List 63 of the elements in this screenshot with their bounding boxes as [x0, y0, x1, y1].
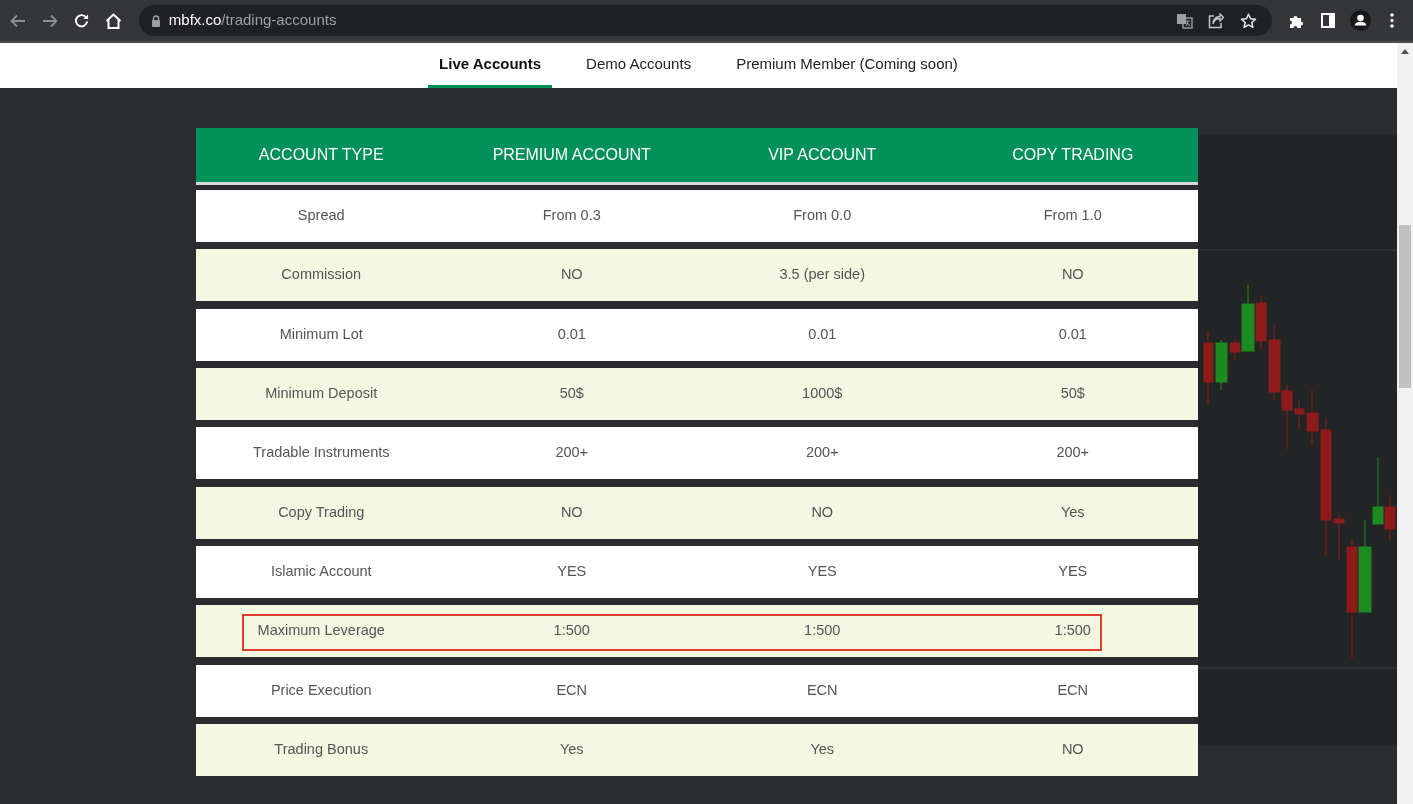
home-icon[interactable] — [105, 12, 123, 29]
column-header: ACCOUNT TYPE — [258, 145, 384, 165]
avatar-icon[interactable] — [1349, 10, 1371, 31]
table-cell-text: 0.01 — [1058, 324, 1087, 344]
table-cell-text: Yes — [559, 740, 584, 760]
table-cell-text: YES — [1058, 562, 1088, 582]
url-text: mbfx.co/trading-accounts — [168, 10, 337, 31]
table-cell-text: 200+ — [1056, 443, 1090, 463]
table-cell-text: Commission — [281, 265, 362, 285]
lock-icon[interactable] — [150, 14, 161, 27]
table-cell-text: From 0.0 — [793, 206, 852, 226]
table-cell-text: Yes — [810, 740, 835, 760]
column-header: PREMIUM ACCOUNT — [492, 145, 651, 165]
star-icon[interactable] — [1239, 12, 1257, 29]
table-cell-text: 200+ — [555, 443, 589, 463]
table-cell-text: From 0.3 — [542, 206, 601, 226]
table-cell-text: NO — [811, 502, 834, 522]
table-cell-text: Maximum Leverage — [257, 621, 385, 641]
table-cell-text: NO — [560, 265, 583, 285]
table-cell-text: Islamic Account — [270, 562, 372, 582]
table-cell-text: 1:500 — [804, 621, 841, 641]
table-cell-text: 0.01 — [557, 324, 586, 344]
translate-icon[interactable] — [1175, 12, 1193, 29]
side-panel-icon[interactable] — [1321, 13, 1336, 28]
table-cell-text: Tradable Instruments — [253, 443, 390, 463]
table-cell-text: 200+ — [805, 443, 839, 463]
table-cell-text: YES — [557, 562, 587, 582]
table-cell-text: NO — [1061, 265, 1084, 285]
scrollbar[interactable] — [1397, 43, 1413, 804]
table-cell-text: 1:500 — [553, 621, 590, 641]
table-cell-text: Trading Bonus — [274, 740, 369, 760]
back-icon[interactable] — [9, 13, 26, 28]
table-cell-text: ECN — [806, 680, 838, 700]
column-header: COPY TRADING — [1012, 145, 1134, 165]
tab[interactable]: Demo Accounts — [575, 43, 703, 88]
table-cell-text: 3.5 (per side) — [779, 265, 865, 285]
table-cell-text: 50$ — [559, 384, 584, 404]
table-cell-text: 0.01 — [808, 324, 837, 344]
candle — [1255, 295, 1267, 351]
table-cell-text: YES — [807, 562, 837, 582]
table-cell-text: Price Execution — [270, 680, 372, 700]
scroll-up-icon[interactable] — [1401, 49, 1409, 54]
table-cell-text: ECN — [556, 680, 588, 700]
more-menu-icon[interactable] — [1390, 13, 1394, 28]
table-cell-text: Spread — [297, 206, 345, 226]
forward-icon[interactable] — [41, 13, 58, 28]
table-cell-text: Copy Trading — [278, 502, 365, 522]
table-cell-text: Minimum Deposit — [265, 384, 378, 404]
reload-icon[interactable] — [74, 13, 90, 28]
table-cell-text: 50$ — [1060, 384, 1085, 404]
tab[interactable]: Premium Member (Coming soon) — [725, 43, 969, 88]
table-cell-text: ECN — [1057, 680, 1089, 700]
column-header: VIP ACCOUNT — [768, 145, 877, 165]
address-bar[interactable]: mbfx.co/trading-accounts — [138, 5, 1273, 36]
table-cell-text: From 1.0 — [1043, 206, 1102, 226]
table-cell-text: NO — [560, 502, 583, 522]
table-cell-text: Minimum Lot — [279, 324, 363, 344]
table-cell-text: NO — [1061, 740, 1084, 760]
table-cell-text: 1:500 — [1054, 621, 1091, 641]
share-icon[interactable] — [1208, 12, 1225, 29]
scrollbar-thumb[interactable] — [1399, 225, 1411, 388]
table-cell-text: 1000$ — [802, 384, 843, 404]
table-cell-text: Yes — [1060, 502, 1085, 522]
